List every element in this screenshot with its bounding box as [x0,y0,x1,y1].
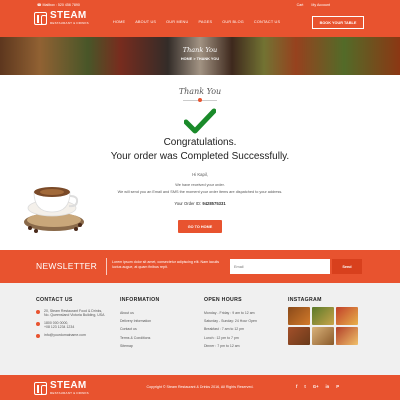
site-logo[interactable]: STEAM RESTAURANT & DRINKS [34,11,89,25]
pinterest-icon[interactable]: P [336,384,339,389]
email-icon [36,334,40,338]
newsletter-send-button[interactable]: Send [332,259,362,274]
checkmark-icon [184,108,216,134]
hours-row: Breakfast : 7 am to 12 pm [204,327,245,332]
footer-information-heading: INFORMATION [120,297,160,303]
logo-subtext: RESTAURANT & DRINKS [50,21,89,25]
copyright-text: Copyright © Steam Restaurant & Drinks 20… [146,385,254,389]
footer-link-about-us[interactable]: About us [120,309,151,317]
hours-row: Lunch : 12 pm to 7 pm [204,335,239,340]
site-header: ☎ Mailbox : 520 456 7890 Cart My Account… [0,0,400,37]
footer-contact-heading: CONTACT US [36,297,73,303]
social-links: f t G+ in P [296,384,339,389]
instagram-photo[interactable] [288,327,310,345]
site-footer: CONTACT US 20, Steam Restaurant Food & D… [0,283,400,375]
book-table-button[interactable]: BOOK YOUR TABLE [312,16,364,29]
logo-mark-icon [34,11,47,25]
footer-instagram-heading: INSTAGRAM [288,297,322,303]
greeting-text: Hi Kapil, [192,172,208,177]
footer-link-delivery-info[interactable]: Delivery Information [120,317,151,325]
header-phone: ☎ Mailbox : 520 456 7890 [37,3,80,7]
instagram-photo[interactable] [312,327,334,345]
newsletter-divider [106,258,107,275]
footer-hours-list: Monday - Friday : 9 am to 12 am Saturday… [204,309,257,350]
cart-link[interactable]: Cart [297,3,304,7]
main-nav: HOME ABOUT US OUR MENU PAGES OUR BLOG CO… [113,20,280,24]
instagram-photo[interactable] [288,307,310,325]
footer-phones: 1800 000 0000, +08 123 1234 1234 [44,321,74,330]
location-icon [36,310,40,314]
logo-text: STEAM [50,10,87,21]
congrats-heading: Congratulations. [163,137,237,148]
footer-link-contact-us[interactable]: Contact us [120,325,151,333]
nav-home[interactable]: HOME [113,20,125,24]
address-line-2: No. Queensland Victoria Building, USA [44,313,105,318]
footer-logo-subtext: RESTAURANT & DRINKS [50,391,89,395]
twitter-icon[interactable]: t [304,384,305,389]
go-to-home-button[interactable]: GO TO HOME [178,220,222,233]
order-id-label: Your Order ID: [174,201,202,206]
divider-dot [198,98,202,102]
footer-info-links: About us Delivery Information Contact us… [120,309,151,350]
hours-row: Dinner : 7 pm to 12 am [204,343,240,348]
bottom-bar: STEAM RESTAURANT & DRINKS Copyright © St… [0,375,400,400]
instagram-photo[interactable] [336,307,358,325]
nav-pages[interactable]: PAGES [198,20,212,24]
thank-you-script-title: Thank You [178,87,222,96]
google-plus-icon[interactable]: G+ [313,384,319,389]
breadcrumb[interactable]: HOME > THANK YOU [0,57,400,61]
footer-address: 20, Steam Restaurant Food & Drinks, No. … [44,309,104,318]
page-banner: Thank You HOME > THANK YOU [0,37,400,75]
newsletter-title: NEWSLETTER [36,261,98,271]
banner-title: Thank You [182,46,218,54]
order-id-value: 9428575331 [202,201,226,206]
hours-row: Saturday - Sunday: 24 Hour Open [204,319,257,324]
nav-our-blog[interactable]: OUR BLOG [222,20,244,24]
my-account-link[interactable]: My Account [311,3,330,7]
footer-link-terms[interactable]: Terms & Conditions [120,334,151,342]
phone-icon [36,322,40,326]
instagram-grid [288,307,358,345]
facebook-icon[interactable]: f [296,384,297,389]
instagram-photo[interactable] [336,327,358,345]
header-utility-links: Cart My Account [297,3,330,7]
newsletter-section: NEWSLETTER Lorem ipsum dolor sit amet, c… [0,250,400,283]
order-completed-heading: Your order was Completed Successfully. [110,151,290,162]
footer-email[interactable]: info@yourdomainame.com [44,333,86,337]
newsletter-email-input[interactable] [230,259,330,274]
dispatch-notice-text: We will send you an Email and SMS the mo… [117,190,283,194]
footer-hours-heading: OPEN HOURS [204,297,242,303]
hours-row: Monday - Friday : 9 am to 12 am [204,311,255,315]
nav-contact-us[interactable]: CONTACT US [254,20,280,24]
linkedin-icon[interactable]: in [326,384,330,389]
order-id-line: Your Order ID: 9428575331 [0,201,400,206]
instagram-photo[interactable] [312,307,334,325]
phone-line-2: +08 123 1234 1234 [44,325,75,330]
nav-about-us[interactable]: ABOUT US [135,20,156,24]
footer-link-sitemap[interactable]: Sitemap [120,342,151,350]
nav-our-menu[interactable]: OUR MENU [166,20,188,24]
newsletter-description: Lorem ipsum dolor sit amet, consectetur … [112,260,220,269]
order-received-text: We have received your order. [175,183,225,187]
banner-overlay [0,37,400,75]
